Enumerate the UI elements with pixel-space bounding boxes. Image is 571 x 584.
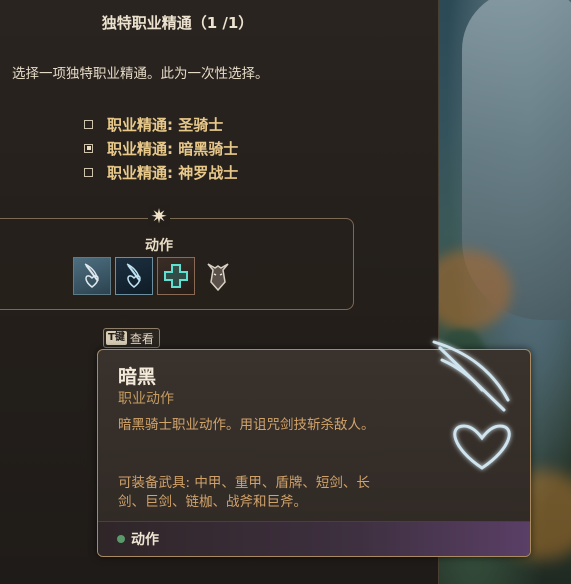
dark-knight-emblem-icon (432, 340, 511, 470)
checkbox-checked-icon[interactable] (84, 143, 93, 153)
star-ornament-icon: ✷ (148, 205, 170, 227)
heart-slash-selected-icon[interactable] (115, 257, 153, 295)
option-label: 职业精通: 圣骑士 (107, 115, 224, 134)
actions-label: 动作 (145, 238, 173, 254)
action-dot-icon (117, 535, 125, 543)
t-key-icon: T键 (106, 331, 127, 345)
option-list: 职业精通: 圣骑士 职业精通: 暗黑骑士 职业精通: 神罗战士 (84, 112, 238, 184)
tooltip-type: 职业动作 (118, 391, 174, 407)
inspect-label: 查看 (129, 331, 154, 346)
option-shinra-warrior[interactable]: 职业精通: 神罗战士 (84, 160, 238, 184)
option-paladin[interactable]: 职业精通: 圣骑士 (84, 112, 238, 136)
heart-slash-icon[interactable] (73, 257, 111, 295)
inspect-key-hint[interactable]: T键 查看 (103, 328, 160, 348)
option-label: 职业精通: 暗黑骑士 (107, 139, 239, 158)
tooltip-footer-label: 动作 (131, 532, 159, 548)
healing-cross-icon[interactable] (157, 257, 195, 295)
tooltip-description: 暗黑骑士职业动作。用诅咒剑技斩杀敌人。 (118, 417, 375, 433)
tooltip-footer: 动作 (98, 521, 530, 556)
tooltip-equipment: 可装备武具: 中甲、重甲、盾牌、短剑、长剑、巨剑、链枷、战斧和巨斧。 (118, 475, 370, 510)
action-icon-row (73, 257, 237, 295)
beast-head-icon[interactable] (199, 257, 237, 295)
instruction-text: 选择一项独特职业精通。此为一次性选择。 (12, 66, 269, 82)
tooltip-title: 暗黑 (118, 366, 157, 388)
option-dark-knight[interactable]: 职业精通: 暗黑骑士 (84, 136, 238, 160)
checkbox-icon[interactable] (84, 167, 93, 177)
panel-title: 独特职业精通（1 /1） (101, 14, 254, 32)
checkbox-icon[interactable] (84, 119, 93, 129)
option-label: 职业精通: 神罗战士 (107, 163, 239, 182)
